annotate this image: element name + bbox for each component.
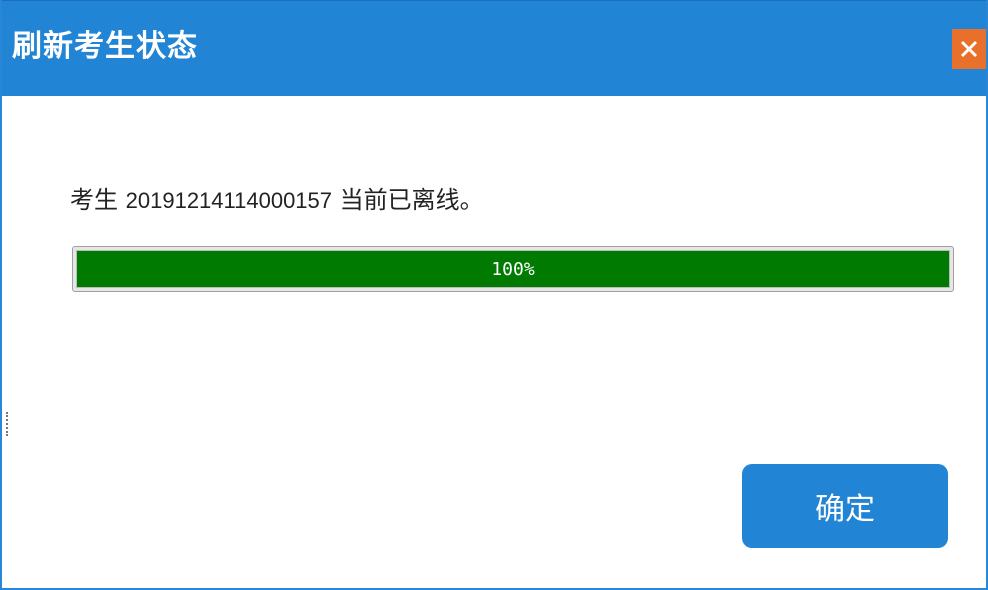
- confirm-button[interactable]: 确定: [742, 464, 948, 548]
- title-bar[interactable]: 刷新考生状态: [2, 0, 986, 96]
- message-suffix: 当前已离线。: [332, 186, 484, 214]
- message-prefix: 考生: [70, 186, 126, 214]
- close-button[interactable]: [952, 29, 986, 69]
- progress-track: 100%: [76, 250, 950, 288]
- student-id: 20191214114000157: [125, 188, 333, 213]
- dialog-title: 刷新考生状态: [12, 29, 198, 64]
- close-icon: [960, 40, 978, 58]
- status-message: 考生 20191214114000157 当前已离线。: [70, 180, 484, 221]
- progress-label: 100%: [491, 258, 535, 280]
- refresh-status-dialog: 刷新考生状态 考生 20191214114000157 当前已离线。 100% …: [0, 0, 988, 590]
- progress-bar: 100%: [72, 246, 954, 292]
- resize-grip: [6, 412, 12, 436]
